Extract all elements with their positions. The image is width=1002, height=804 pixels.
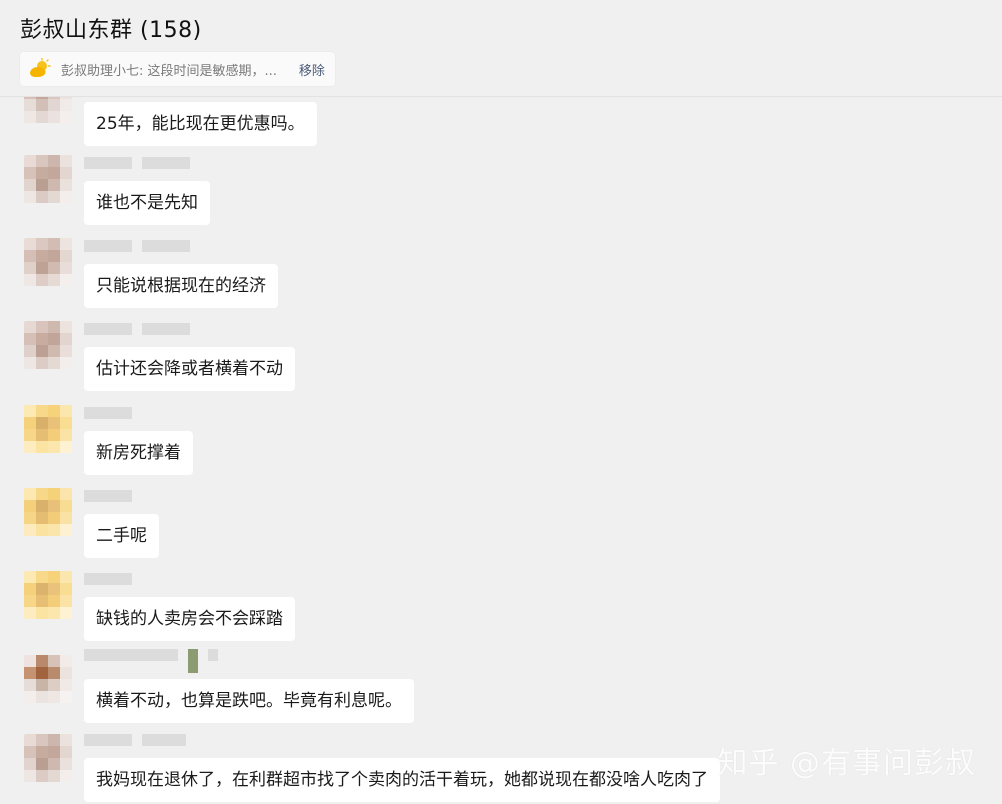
- sender-name: [84, 734, 186, 746]
- remove-pin-button[interactable]: 移除: [299, 60, 325, 79]
- sender-name: [84, 407, 132, 419]
- sender-name: [84, 157, 190, 169]
- avatar[interactable]: [24, 488, 72, 536]
- sender-name: [84, 240, 190, 252]
- avatar[interactable]: [24, 238, 72, 286]
- message-bubble[interactable]: 25年，能比现在更优惠吗。: [84, 102, 317, 146]
- avatar[interactable]: [24, 97, 72, 123]
- group-title: 彭叔山东群 (158): [20, 18, 202, 43]
- message-bubble[interactable]: 二手呢: [84, 514, 159, 558]
- pinned-message-bar[interactable]: 彭叔助理小七: 这段时间是敏感期，... 移除: [20, 52, 335, 86]
- message-bubble[interactable]: 新房死撑着: [84, 431, 193, 475]
- sender-name: [84, 490, 132, 502]
- sender-name: [84, 573, 132, 585]
- sender-name: [84, 323, 190, 335]
- message-bubble[interactable]: 横着不动，也算是跌吧。毕竟有利息呢。: [84, 679, 414, 723]
- chat-header: 彭叔山东群 (158) 彭叔助理小七: 这段时间是敏感期，... 移除: [0, 0, 1002, 97]
- avatar[interactable]: [24, 571, 72, 619]
- avatar[interactable]: [24, 321, 72, 369]
- avatar[interactable]: [24, 405, 72, 453]
- sun-cloud-icon: [30, 58, 51, 77]
- message-bubble[interactable]: 我妈现在退休了，在利群超市找了个卖肉的活干着玩，她都说现在都没啥人吃肉了: [84, 758, 720, 802]
- message-bubble[interactable]: 缺钱的人卖房会不会踩踏: [84, 597, 295, 641]
- avatar[interactable]: [24, 734, 72, 782]
- message-list[interactable]: 25年，能比现在更优惠吗。 谁也不是先知 只能说根据现在的经济 估计还会降或者横…: [0, 97, 1002, 804]
- message-bubble[interactable]: 只能说根据现在的经济: [84, 264, 278, 308]
- message-bubble[interactable]: 谁也不是先知: [84, 181, 210, 225]
- sender-name: [84, 649, 218, 673]
- avatar[interactable]: [24, 155, 72, 203]
- message-bubble[interactable]: 估计还会降或者横着不动: [84, 347, 295, 391]
- avatar[interactable]: [24, 655, 72, 703]
- zhihu-watermark: 知乎 @有事问彭叔: [717, 746, 976, 781]
- pinned-message-text: 彭叔助理小七: 这段时间是敏感期，...: [61, 63, 277, 79]
